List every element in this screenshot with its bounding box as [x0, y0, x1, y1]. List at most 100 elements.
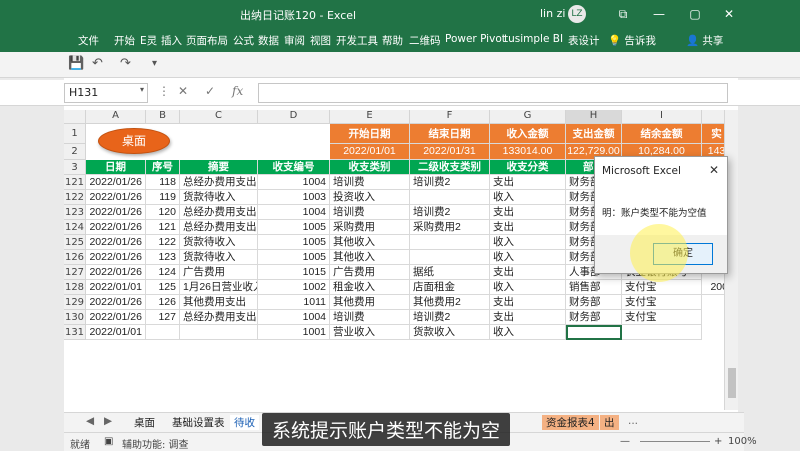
row-header-3[interactable]: 3 — [64, 160, 86, 175]
cell-subcategory[interactable]: 店面租金 — [410, 280, 490, 295]
sheet-tab-settings[interactable]: 基础设置表 — [168, 415, 229, 430]
save-icon[interactable]: 💾 — [68, 56, 84, 71]
row-header[interactable]: 124 — [64, 220, 86, 235]
cell-category[interactable]: 采购费用 — [330, 220, 410, 235]
tab-eling[interactable]: E灵 — [140, 33, 157, 48]
row-header[interactable]: 129 — [64, 295, 86, 310]
cell-subcategory[interactable]: 培训费2 — [410, 175, 490, 190]
cell-subcategory[interactable] — [410, 250, 490, 265]
customize-qat-icon[interactable]: ▾ — [152, 58, 157, 69]
row-header[interactable]: 131 — [64, 325, 86, 340]
enter-icon[interactable]: ✓ — [205, 84, 215, 98]
row-header[interactable]: 126 — [64, 250, 86, 265]
column-header-g[interactable]: G — [490, 110, 566, 124]
cell-code[interactable]: 1011 — [258, 295, 330, 310]
tab-file[interactable]: 文件 — [78, 33, 99, 48]
cell-code[interactable]: 1005 — [258, 220, 330, 235]
cell-seq[interactable]: 120 — [146, 205, 180, 220]
sheet-tab-fund-report[interactable]: 资金报表4 — [542, 415, 599, 430]
formula-input[interactable] — [258, 83, 728, 103]
zoom-in-button[interactable]: + — [714, 436, 722, 447]
cell-seq[interactable]: 121 — [146, 220, 180, 235]
cancel-icon[interactable]: ✕ — [178, 84, 188, 98]
cell-date[interactable]: 2022/01/26 — [86, 250, 146, 265]
cell-code[interactable]: 1004 — [258, 310, 330, 325]
cell-type[interactable]: 支出 — [490, 265, 566, 280]
cell-date[interactable]: 2022/01/01 — [86, 280, 146, 295]
cell-account[interactable]: 支付宝 — [622, 280, 702, 295]
close-button[interactable]: ✕ — [718, 4, 740, 24]
table-header-code[interactable]: 收支编号 — [258, 160, 330, 175]
cell-desc[interactable]: 广告费用 — [180, 265, 258, 280]
row-header[interactable]: 122 — [64, 190, 86, 205]
cell-type[interactable]: 收入 — [490, 280, 566, 295]
cell-category[interactable]: 培训费 — [330, 310, 410, 325]
cell-subcategory[interactable]: 货款收入 — [410, 325, 490, 340]
cell-type[interactable]: 收入 — [490, 235, 566, 250]
cell-type[interactable]: 支出 — [490, 310, 566, 325]
row-header-1[interactable]: 1 — [64, 124, 86, 144]
table-header-category[interactable]: 收支类别 — [330, 160, 410, 175]
cell-subcategory[interactable]: 培训费2 — [410, 310, 490, 325]
sheet-nav-prev-icon[interactable]: ◀ — [82, 415, 98, 427]
cell-type[interactable]: 支出 — [490, 220, 566, 235]
tell-me-search[interactable]: 💡 告诉我 — [608, 33, 656, 48]
cell-dept[interactable] — [566, 325, 622, 340]
sheet-tab-pending[interactable]: 待收 — [230, 415, 259, 430]
sheet-tab-desktop[interactable]: 桌面 — [130, 415, 159, 430]
cell-dept[interactable]: 财务部 — [566, 295, 622, 310]
column-header-j[interactable] — [702, 110, 724, 124]
column-header-c[interactable]: C — [180, 110, 258, 124]
cell-date[interactable]: 2022/01/26 — [86, 310, 146, 325]
cell-date[interactable]: 2022/01/26 — [86, 205, 146, 220]
name-box[interactable]: H131 ▾ — [64, 83, 148, 103]
cell-desc[interactable]: 货款待收入 — [180, 190, 258, 205]
cell-code[interactable]: 1004 — [258, 175, 330, 190]
row-header[interactable]: 121 — [64, 175, 86, 190]
cell-code[interactable]: 1003 — [258, 190, 330, 205]
tab-insert[interactable]: 插入 — [161, 33, 182, 48]
cell-desc[interactable]: 货款待收入 — [180, 235, 258, 250]
zoom-slider[interactable] — [640, 441, 710, 442]
cell-type[interactable]: 收入 — [490, 190, 566, 205]
cell-account[interactable]: 支付宝 — [622, 310, 702, 325]
table-header-subcategory[interactable]: 二级收支类别 — [410, 160, 490, 175]
cell-seq[interactable]: 126 — [146, 295, 180, 310]
cell-type[interactable]: 收入 — [490, 250, 566, 265]
chevron-down-icon[interactable]: ▾ — [140, 85, 144, 94]
cell-code[interactable]: 1001 — [258, 325, 330, 340]
table-header-type[interactable]: 收支分类 — [490, 160, 566, 175]
table-header-seq[interactable]: 序号 — [146, 160, 180, 175]
cell-category[interactable]: 营业收入 — [330, 325, 410, 340]
column-header-h[interactable]: H — [566, 110, 622, 124]
cell-subcategory[interactable]: 其他费用2 — [410, 295, 490, 310]
zoom-out-button[interactable]: — — [620, 436, 630, 447]
cell-desc[interactable]: 总经办费用支出 — [180, 310, 258, 325]
tab-review[interactable]: 审阅 — [284, 33, 305, 48]
cell-desc[interactable]: 货款待收入 — [180, 250, 258, 265]
desktop-button[interactable]: 桌面 — [98, 128, 170, 154]
cell-type[interactable]: 支出 — [490, 295, 566, 310]
column-header-i[interactable]: I — [622, 110, 702, 124]
cell-date[interactable]: 2022/01/26 — [86, 265, 146, 280]
cell-date[interactable]: 2022/01/26 — [86, 175, 146, 190]
cell-subcategory[interactable]: 培训费2 — [410, 205, 490, 220]
tab-home[interactable]: 开始 — [114, 33, 135, 48]
cell-desc[interactable]: 1月26日营业收入 — [180, 280, 258, 295]
row-header[interactable]: 128 — [64, 280, 86, 295]
cell-category[interactable]: 广告费用 — [330, 265, 410, 280]
cell-category[interactable]: 其他收入 — [330, 235, 410, 250]
cell-desc[interactable] — [180, 325, 258, 340]
row-header[interactable]: 123 — [64, 205, 86, 220]
cell-seq[interactable]: 123 — [146, 250, 180, 265]
tab-developer[interactable]: 开发工具 — [336, 33, 378, 48]
cell-dept[interactable]: 销售部 — [566, 280, 622, 295]
ribbon-display-options-icon[interactable]: ⧉ — [612, 4, 634, 24]
cell-extra-value[interactable]: 200 — [702, 280, 724, 295]
tab-formulas[interactable]: 公式 — [233, 33, 254, 48]
cell-seq[interactable]: 122 — [146, 235, 180, 250]
tab-view[interactable]: 视图 — [310, 33, 331, 48]
cell-date[interactable]: 2022/01/01 — [86, 325, 146, 340]
column-header-a[interactable]: A — [86, 110, 146, 124]
row-header[interactable]: 127 — [64, 265, 86, 280]
